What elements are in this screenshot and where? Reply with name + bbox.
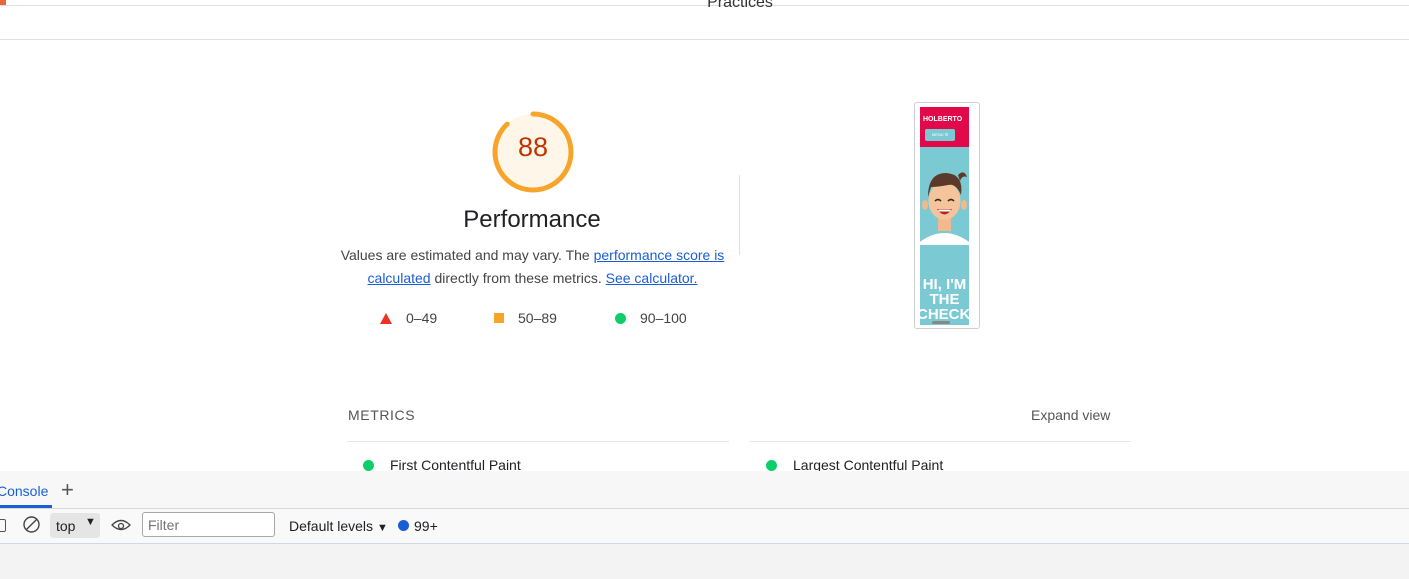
active-tab-indicator <box>0 505 52 508</box>
pass-circle-icon <box>363 459 374 471</box>
context-label: top <box>56 518 76 534</box>
circle-icon <box>615 312 626 324</box>
tab-console[interactable]: Console <box>0 483 48 499</box>
caret-down-icon: ▼ <box>85 516 96 528</box>
legend-range: 0–49 <box>406 310 438 326</box>
score-description: Values are estimated and may vary. The p… <box>340 247 725 286</box>
caret-down-icon: ▼ <box>376 522 388 534</box>
metrics-divider-left <box>347 441 729 442</box>
category-title: Performance <box>463 206 601 233</box>
add-tab-button[interactable]: + <box>61 477 74 503</box>
score-value: 88 <box>517 132 549 162</box>
screenshot-menu-button: MENU ☰ <box>925 129 955 141</box>
triangle-icon <box>380 312 392 324</box>
sidebar-toggle-icon[interactable] <box>0 519 6 532</box>
filter-input[interactable] <box>142 512 275 537</box>
issues-count[interactable]: 99+ <box>414 518 438 534</box>
final-screenshot: HOLBERTO MENU ☰ HI, I'M THE CHECKE <box>920 107 969 325</box>
log-levels-dropdown[interactable]: Default levels ▼ <box>289 518 388 534</box>
legend-range: 50–89 <box>518 310 557 326</box>
avatar-illustration <box>920 172 969 245</box>
square-icon <box>494 313 504 323</box>
vertical-divider <box>739 175 740 255</box>
legend-item-fail: 0–49 <box>380 310 437 326</box>
screenshot-brand: HOLBERTO <box>923 116 963 123</box>
clear-console-icon[interactable] <box>23 516 40 533</box>
legend-item-pass: 90–100 <box>615 310 687 326</box>
metrics-divider-right <box>750 441 1131 442</box>
category-tab-title[interactable]: Practices <box>700 0 780 12</box>
legend-item-average: 50–89 <box>494 310 557 326</box>
screenshot-header: HOLBERTO MENU ☰ <box>920 107 969 147</box>
log-levels-label: Default levels <box>289 518 374 534</box>
pass-circle-icon <box>766 459 777 471</box>
drawer-tab-bar <box>0 471 1409 509</box>
issues-icon[interactable] <box>398 520 409 531</box>
see-calculator-link[interactable]: See calculator. <box>606 270 698 286</box>
screenshot-headline: HI, I'M THE CHECKE <box>920 276 969 323</box>
screenshot-home-bar <box>932 321 950 324</box>
eye-icon[interactable] <box>111 518 131 532</box>
metrics-heading: METRICS <box>348 407 416 423</box>
header-divider <box>0 39 1409 40</box>
legend-range: 90–100 <box>640 310 687 326</box>
expand-view-button[interactable]: Expand view <box>1031 407 1110 423</box>
